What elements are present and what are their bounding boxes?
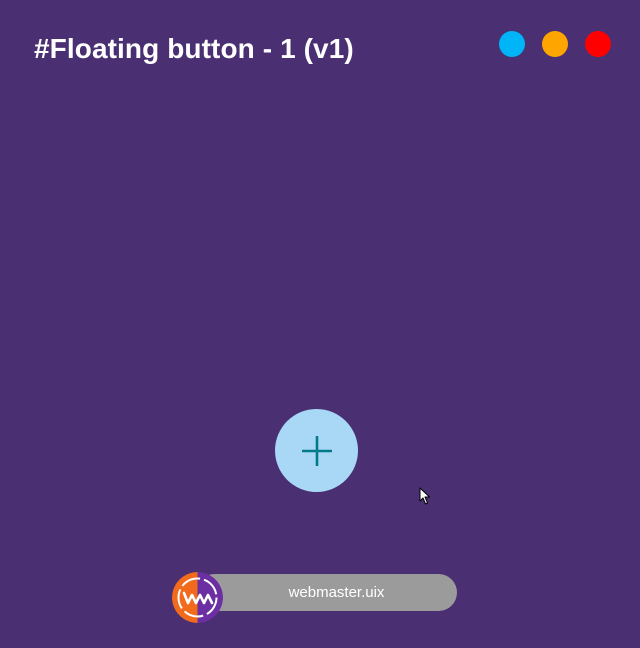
badge-text: webmaster.uix bbox=[288, 584, 385, 601]
color-dot-orange[interactable] bbox=[542, 31, 568, 57]
plus-icon bbox=[301, 435, 332, 466]
author-badge[interactable]: webmaster.uix bbox=[172, 572, 457, 623]
page-title: #Floating button - 1 (v1) bbox=[34, 33, 354, 64]
webmaster-logo-icon bbox=[172, 572, 223, 623]
color-switcher bbox=[499, 31, 611, 57]
floating-action-button[interactable] bbox=[275, 409, 358, 492]
color-dot-red[interactable] bbox=[585, 31, 611, 57]
mouse-pointer-icon bbox=[419, 487, 430, 505]
color-dot-blue[interactable] bbox=[499, 31, 525, 57]
